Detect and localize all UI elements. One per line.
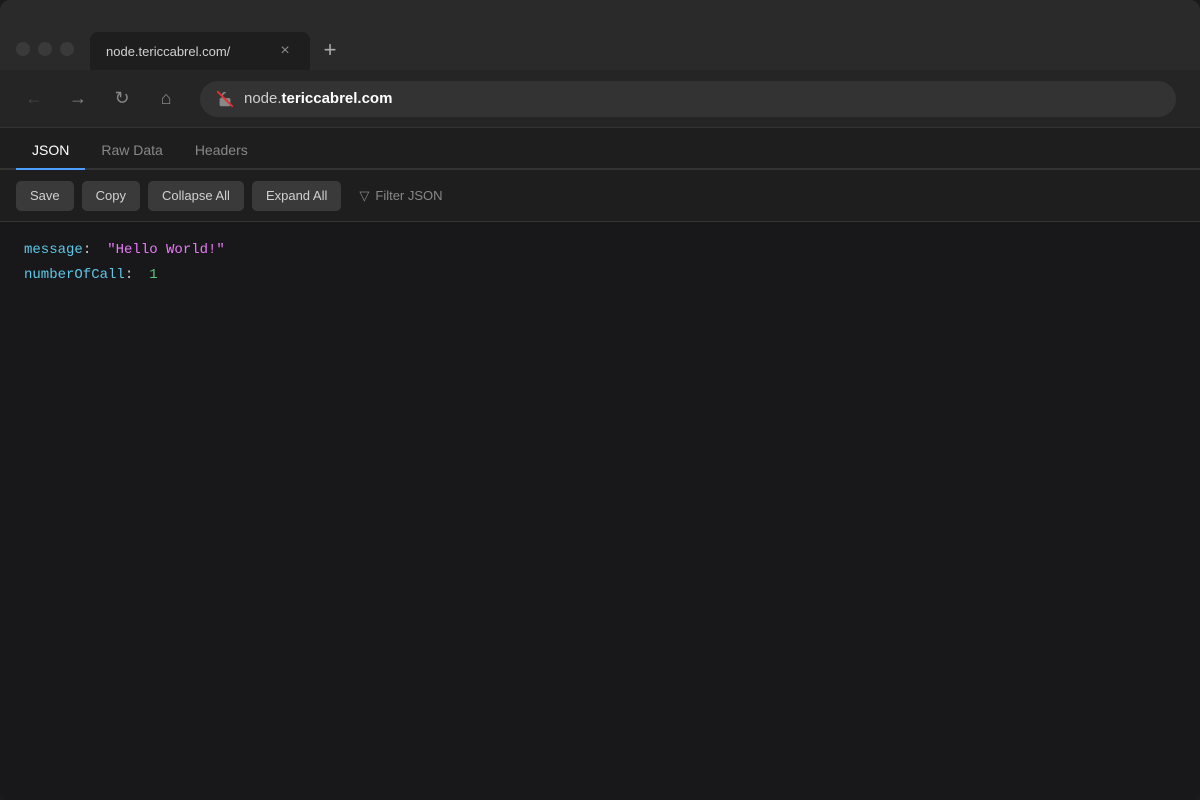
toolbar: Save Copy Collapse All Expand All ▽ Filt… [0, 170, 1200, 222]
json-key-message: message [24, 238, 83, 263]
back-button[interactable]: ← [16, 81, 52, 117]
json-row-number-of-call: numberOfCall : 1 [24, 263, 1176, 288]
expand-all-button[interactable]: Expand All [252, 181, 341, 211]
json-colon-number-of-call: : [125, 263, 133, 288]
home-icon: ⌂ [161, 88, 172, 109]
browser-window: node.tericcabrel.com/ × + ← → ↻ ⌂ [0, 0, 1200, 800]
new-tab-button[interactable]: + [314, 34, 346, 66]
security-icon [216, 90, 234, 108]
refresh-button[interactable]: ↻ [104, 81, 140, 117]
json-row-message: message : "Hello World!" [24, 238, 1176, 263]
tabs-area: node.tericcabrel.com/ × + [90, 32, 1184, 70]
filter-icon: ▽ [359, 188, 369, 204]
home-button[interactable]: ⌂ [148, 81, 184, 117]
filter-label: Filter JSON [375, 188, 442, 203]
copy-button[interactable]: Copy [82, 181, 140, 211]
tab-json[interactable]: JSON [16, 134, 85, 170]
json-value-number-of-call: 1 [149, 263, 157, 288]
json-value-message: "Hello World!" [107, 238, 225, 263]
address-text: node.tericcabrel.com [244, 90, 392, 107]
nav-bar: ← → ↻ ⌂ node.tericcab [0, 70, 1200, 128]
forward-icon: → [69, 88, 87, 109]
refresh-icon: ↻ [114, 88, 129, 109]
tab-raw-data[interactable]: Raw Data [85, 134, 178, 170]
filter-json-button[interactable]: ▽ Filter JSON [349, 181, 452, 211]
tab-title: node.tericcabrel.com/ [106, 44, 266, 59]
title-bar: node.tericcabrel.com/ × + [0, 0, 1200, 70]
collapse-all-button[interactable]: Collapse All [148, 181, 244, 211]
json-key-number-of-call: numberOfCall [24, 263, 125, 288]
close-button[interactable] [16, 42, 30, 56]
save-button[interactable]: Save [16, 181, 74, 211]
forward-button[interactable]: → [60, 81, 96, 117]
viewer-tabs: JSON Raw Data Headers [0, 128, 1200, 170]
maximize-button[interactable] [60, 42, 74, 56]
address-domain: tericcabrel.com [282, 90, 393, 107]
back-icon: ← [25, 88, 43, 109]
browser-tab[interactable]: node.tericcabrel.com/ × [90, 32, 310, 70]
tab-close-button[interactable]: × [276, 42, 294, 60]
minimize-button[interactable] [38, 42, 52, 56]
json-colon-message: : [83, 238, 91, 263]
json-content: message : "Hello World!" numberOfCall : … [0, 222, 1200, 800]
traffic-lights [16, 42, 74, 56]
tab-headers[interactable]: Headers [179, 134, 264, 170]
address-bar[interactable]: node.tericcabrel.com [200, 81, 1176, 117]
